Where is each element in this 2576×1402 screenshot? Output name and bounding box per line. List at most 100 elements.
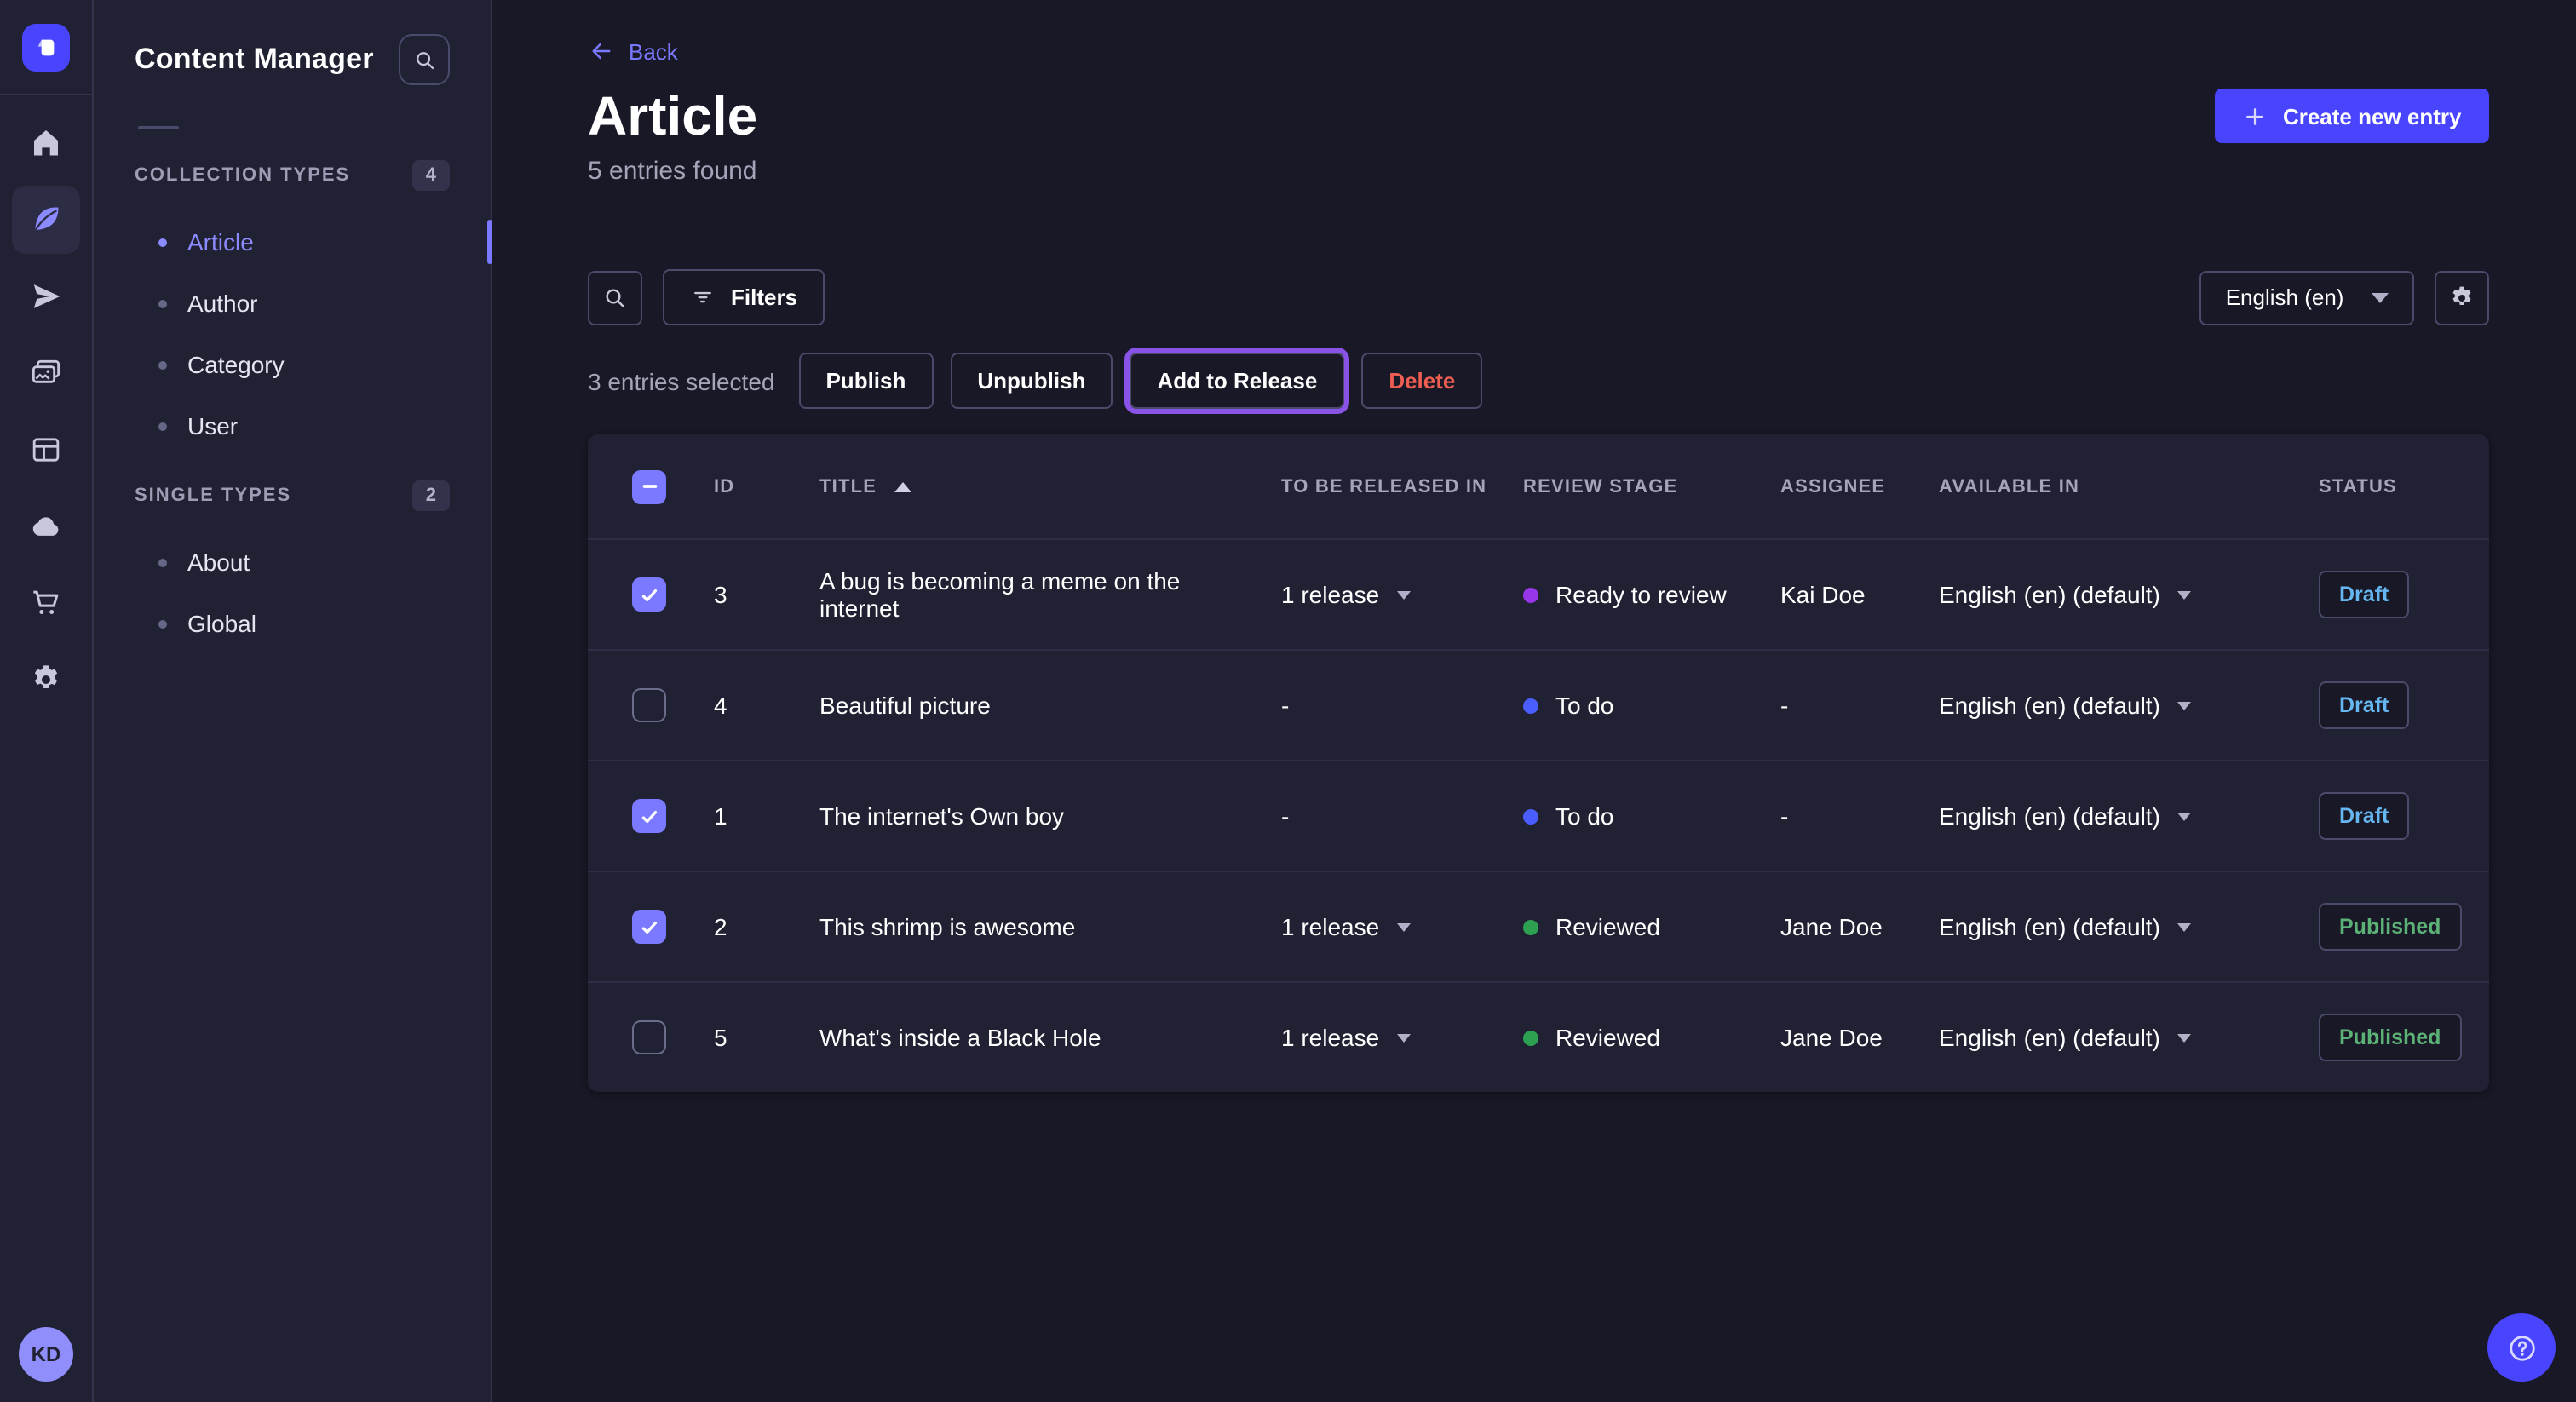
page-title: Article (588, 82, 757, 150)
locale-value: English (en) (2226, 284, 2344, 310)
cell-assignee: - (1746, 692, 1905, 719)
publish-button[interactable]: Publish (798, 353, 933, 409)
cell-assignee: Kai Doe (1746, 581, 1905, 608)
release-value: 1 release (1281, 581, 1379, 608)
check-icon (638, 916, 660, 938)
row-checkbox[interactable] (632, 688, 666, 722)
stage-label: Reviewed (1555, 913, 1660, 940)
header-title-sort[interactable]: TITLE (785, 476, 1247, 497)
stage-label: To do (1555, 802, 1614, 830)
chevron-down-icon (1396, 922, 1410, 931)
cell-id: 4 (690, 692, 785, 719)
gear-icon (29, 663, 63, 697)
sidebar-search-button[interactable] (399, 34, 450, 85)
delete-button[interactable]: Delete (1361, 353, 1482, 409)
cell-available-in[interactable]: English (en) (default) (1905, 692, 2285, 719)
delete-label: Delete (1389, 368, 1455, 394)
locale-cell-value: English (en) (default) (1939, 581, 2160, 608)
add-to-release-button[interactable]: Add to Release (1130, 353, 1344, 409)
help-button[interactable] (2487, 1313, 2556, 1382)
select-all-checkbox[interactable] (632, 469, 666, 503)
cell-to-be-released[interactable]: 1 release (1247, 581, 1489, 608)
cell-available-in[interactable]: English (en) (default) (1905, 913, 2285, 940)
unpublish-button[interactable]: Unpublish (950, 353, 1113, 409)
cell-review-stage: Reviewed (1489, 1024, 1746, 1051)
sidebar-item-author[interactable]: Author (135, 273, 450, 334)
cell-review-stage: Reviewed (1489, 913, 1746, 940)
chevron-down-icon (2177, 1033, 2191, 1042)
question-mark-icon (2505, 1331, 2538, 1364)
header-id: ID (690, 476, 785, 497)
table-header-row: ID TITLE TO BE RELEASED IN REVIEW STAGE … (588, 434, 2488, 538)
back-link[interactable]: Back (588, 37, 678, 65)
nav-settings[interactable] (12, 646, 80, 714)
main-content: Back Article 5 entries found Create new … (492, 0, 2576, 1402)
cell-to-be-released[interactable]: 1 release (1247, 913, 1489, 940)
table-row[interactable]: 3 A bug is becoming a meme on the intern… (588, 538, 2488, 649)
nav-home[interactable] (12, 109, 80, 177)
bullet-icon (158, 619, 167, 628)
gear-icon (2447, 284, 2475, 311)
cell-status: Draft (2285, 792, 2461, 840)
table-row[interactable]: 2 This shrimp is awesome 1 release Revie… (588, 871, 2488, 981)
stage-label: To do (1555, 692, 1614, 719)
paper-plane-icon (29, 279, 63, 313)
cell-title: Beautiful picture (785, 692, 1247, 719)
cell-id: 5 (690, 1024, 785, 1051)
table-row[interactable]: 4 Beautiful picture - To do - English (e… (588, 649, 2488, 760)
create-entry-button[interactable]: Create new entry (2215, 89, 2489, 143)
stage-dot (1523, 587, 1538, 602)
nav-media-library[interactable] (12, 339, 80, 407)
row-checkbox[interactable] (632, 577, 666, 612)
cell-to-be-released[interactable]: 1 release (1247, 1024, 1489, 1051)
filters-button[interactable]: Filters (663, 269, 825, 325)
selection-count: 3 entries selected (588, 367, 774, 394)
cell-to-be-released[interactable]: - (1247, 802, 1489, 830)
user-avatar[interactable]: KD (19, 1327, 73, 1382)
nav-content-type-builder[interactable] (12, 416, 80, 484)
header-available-in: AVAILABLE IN (1905, 476, 2285, 497)
view-settings-button[interactable] (2434, 270, 2488, 325)
chevron-down-icon (2177, 922, 2191, 931)
cell-id: 3 (690, 581, 785, 608)
media-icon (29, 356, 63, 390)
table-row[interactable]: 5 What's inside a Black Hole 1 release R… (588, 981, 2488, 1092)
search-button[interactable] (588, 270, 642, 325)
nav-cloud[interactable] (12, 492, 80, 560)
sidebar-item-label: User (187, 412, 238, 440)
locale-cell-value: English (en) (default) (1939, 692, 2160, 719)
locale-select[interactable]: English (en) (2200, 270, 2414, 325)
cell-available-in[interactable]: English (en) (default) (1905, 581, 2285, 608)
header-to-be-released: TO BE RELEASED IN (1247, 476, 1489, 497)
sidebar-item-global[interactable]: Global (135, 593, 450, 654)
sidebar-item-about[interactable]: About (135, 531, 450, 593)
cell-available-in[interactable]: English (en) (default) (1905, 1024, 2285, 1051)
status-badge: Draft (2319, 681, 2409, 729)
sidebar-item-user[interactable]: User (135, 395, 450, 457)
cell-available-in[interactable]: English (en) (default) (1905, 802, 2285, 830)
publish-label: Publish (825, 368, 906, 394)
bullet-icon (158, 558, 167, 566)
bullet-icon (158, 299, 167, 307)
add-to-release-label: Add to Release (1157, 368, 1317, 394)
bullet-icon (158, 360, 167, 369)
chevron-down-icon (2177, 590, 2191, 599)
chevron-down-icon (1396, 1033, 1410, 1042)
cell-to-be-released[interactable]: - (1247, 692, 1489, 719)
sidebar-item-category[interactable]: Category (135, 334, 450, 395)
cell-review-stage: Ready to review (1489, 581, 1746, 608)
back-label: Back (629, 38, 678, 64)
nav-content-manager[interactable] (12, 186, 80, 254)
cell-assignee: Jane Doe (1746, 913, 1905, 940)
row-checkbox[interactable] (632, 1020, 666, 1054)
selection-bar: 3 entries selected Publish Unpublish Add… (588, 353, 2488, 409)
nav-marketplace[interactable] (12, 569, 80, 637)
row-checkbox[interactable] (632, 799, 666, 833)
home-icon (29, 126, 63, 160)
row-checkbox[interactable] (632, 910, 666, 944)
nav-releases[interactable] (12, 262, 80, 330)
sidebar-item-article[interactable]: Article (135, 211, 450, 273)
table-row[interactable]: 1 The internet's Own boy - To do - Engli… (588, 760, 2488, 871)
status-badge: Published (2319, 903, 2461, 951)
strapi-logo[interactable] (22, 23, 70, 71)
